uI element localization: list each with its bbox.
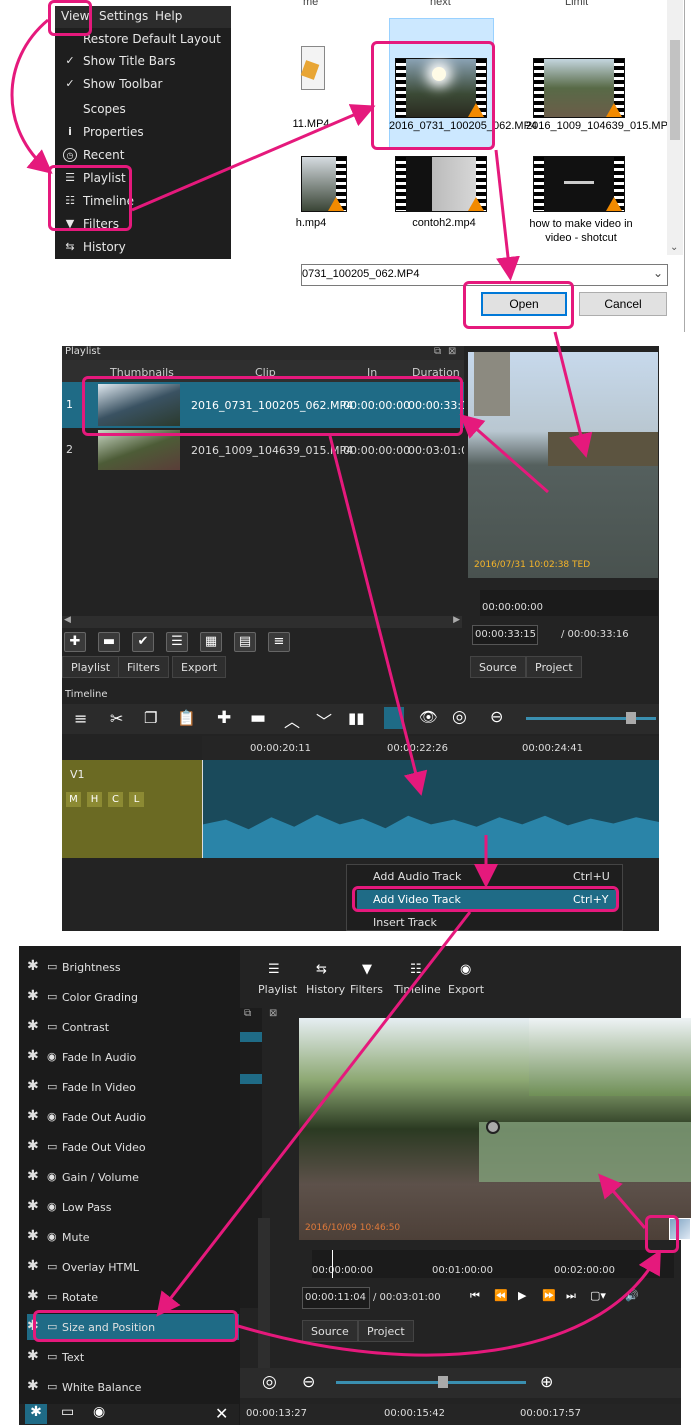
arrow-viewer-to-row bbox=[459, 414, 549, 494]
arrow-file-to-open bbox=[494, 149, 520, 281]
arrow-view-to-panels bbox=[10, 18, 53, 174]
arrow-panels-to-file bbox=[131, 104, 376, 212]
arrow-filter-to-handle bbox=[237, 1249, 661, 1357]
arrow-menu-to-filter bbox=[156, 911, 472, 1317]
arrow-handle-to-preview bbox=[598, 1173, 647, 1229]
annotation-arrows bbox=[10, 18, 661, 1357]
arrow-open-to-viewer bbox=[553, 331, 593, 458]
arrow-row-to-timeline bbox=[328, 435, 428, 796]
